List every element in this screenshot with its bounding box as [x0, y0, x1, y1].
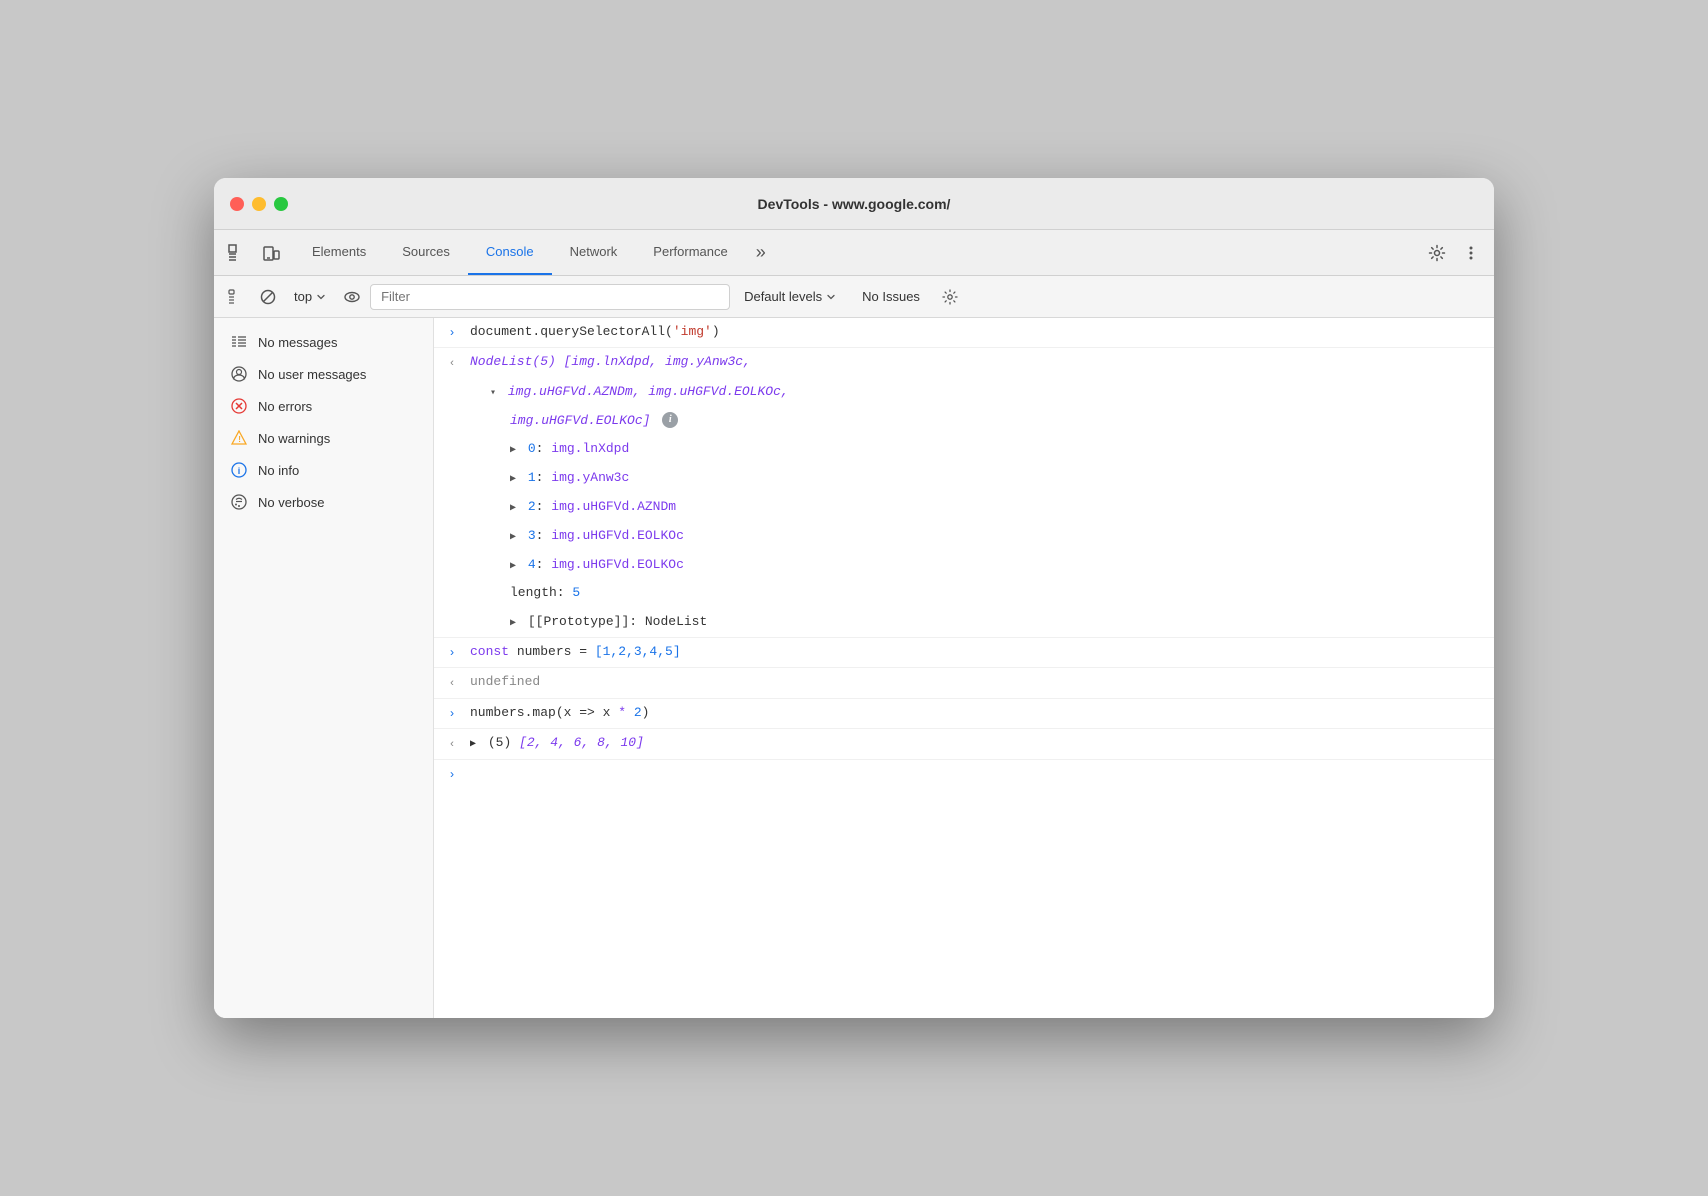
console-toolbar: top Default levels No Issues	[214, 276, 1494, 318]
svg-text:i: i	[238, 466, 241, 476]
issues-counter[interactable]: No Issues	[850, 285, 932, 308]
console-output[interactable]: › document.querySelectorAll('img') ‹ Nod…	[434, 318, 1494, 1018]
warning-icon: !	[230, 429, 248, 447]
console-input-arrow: ›	[434, 322, 470, 343]
maximize-button[interactable]	[274, 197, 288, 211]
log-level-selector[interactable]: Default levels	[734, 285, 846, 308]
list-icon	[230, 333, 248, 351]
sidebar-item-errors[interactable]: No errors	[214, 390, 433, 422]
tab-console[interactable]: Console	[468, 230, 552, 275]
console-prompt-line[interactable]: ›	[434, 760, 1494, 789]
sidebar-label-verbose: No verbose	[258, 495, 324, 510]
console-line-nodelist-3: img.uHGFVd.EOLKOc] i	[434, 407, 1494, 436]
devtools-window: DevTools - www.google.com/	[214, 178, 1494, 1018]
tab-elements[interactable]: Elements	[294, 230, 384, 275]
tab-bar-right-icons	[1422, 230, 1486, 275]
sidebar-label-user: No user messages	[258, 367, 366, 382]
user-icon	[230, 365, 248, 383]
error-icon	[230, 397, 248, 415]
console-line-result: ‹ ▶ (5) [2, 4, 6, 8, 10]	[434, 729, 1494, 760]
sidebar-item-all-messages[interactable]: No messages	[214, 326, 433, 358]
context-selector[interactable]: top	[286, 287, 334, 306]
console-line-item-2: ▶ 2: img.uHGFVd.AZNDm	[434, 493, 1494, 522]
info-icon: i	[230, 461, 248, 479]
tabs: Elements Sources Console Network Perform…	[294, 230, 1422, 275]
sidebar-item-verbose[interactable]: No verbose	[214, 486, 433, 518]
close-button[interactable]	[230, 197, 244, 211]
window-controls	[230, 197, 288, 211]
inspect-element-icon[interactable]	[222, 238, 252, 268]
window-title: DevTools - www.google.com/	[758, 196, 951, 212]
console-line-item-3: ▶ 3: img.uHGFVd.EOLKOc	[434, 522, 1494, 551]
live-expressions-button[interactable]	[338, 283, 366, 311]
console-line-item-1: ▶ 1: img.yAnw3c	[434, 464, 1494, 493]
tab-bar-left-icons	[222, 230, 294, 275]
console-line-length: length: 5	[434, 579, 1494, 608]
console-settings-icon[interactable]	[936, 283, 964, 311]
console-line-const: › const numbers = [1,2,3,4,5]	[434, 638, 1494, 668]
tab-sources[interactable]: Sources	[384, 230, 468, 275]
sidebar-label-all: No messages	[258, 335, 337, 350]
block-icon[interactable]	[254, 283, 282, 311]
tab-performance[interactable]: Performance	[635, 230, 745, 275]
console-line-nodelist-2: ▾ img.uHGFVd.AZNDm, img.uHGFVd.EOLKOc,	[434, 378, 1494, 407]
more-options-icon[interactable]	[1456, 238, 1486, 268]
more-tabs-button[interactable]: »	[746, 230, 776, 275]
console-line-undefined: ‹ undefined	[434, 668, 1494, 699]
settings-icon[interactable]	[1422, 238, 1452, 268]
console-line-map: › numbers.map(x => x * 2)	[434, 699, 1494, 729]
tab-bar: Elements Sources Console Network Perform…	[214, 230, 1494, 276]
sidebar-item-info[interactable]: i No info	[214, 454, 433, 486]
sidebar-label-info: No info	[258, 463, 299, 478]
clear-console-button[interactable]	[222, 283, 250, 311]
svg-text:!: !	[238, 435, 241, 444]
console-line-nodelist: ‹ NodeList(5) [img.lnXdpd, img.yAnw3c,	[434, 348, 1494, 378]
sidebar-label-warnings: No warnings	[258, 431, 330, 446]
console-sidebar: No messages No user messages No errors !…	[214, 318, 434, 1018]
titlebar: DevTools - www.google.com/	[214, 178, 1494, 230]
console-line-1: › document.querySelectorAll('img')	[434, 318, 1494, 348]
console-line-item-0: ▶ 0: img.lnXdpd	[434, 435, 1494, 464]
console-line-item-4: ▶ 4: img.uHGFVd.EOLKOc	[434, 551, 1494, 580]
minimize-button[interactable]	[252, 197, 266, 211]
main-content: No messages No user messages No errors !…	[214, 318, 1494, 1018]
verbose-icon	[230, 493, 248, 511]
console-line-prototype: ▶ [[Prototype]]: NodeList	[434, 608, 1494, 638]
sidebar-label-errors: No errors	[258, 399, 312, 414]
sidebar-item-user-messages[interactable]: No user messages	[214, 358, 433, 390]
device-toolbar-icon[interactable]	[256, 238, 286, 268]
filter-input[interactable]	[370, 284, 730, 310]
sidebar-item-warnings[interactable]: ! No warnings	[214, 422, 433, 454]
tab-network[interactable]: Network	[552, 230, 636, 275]
